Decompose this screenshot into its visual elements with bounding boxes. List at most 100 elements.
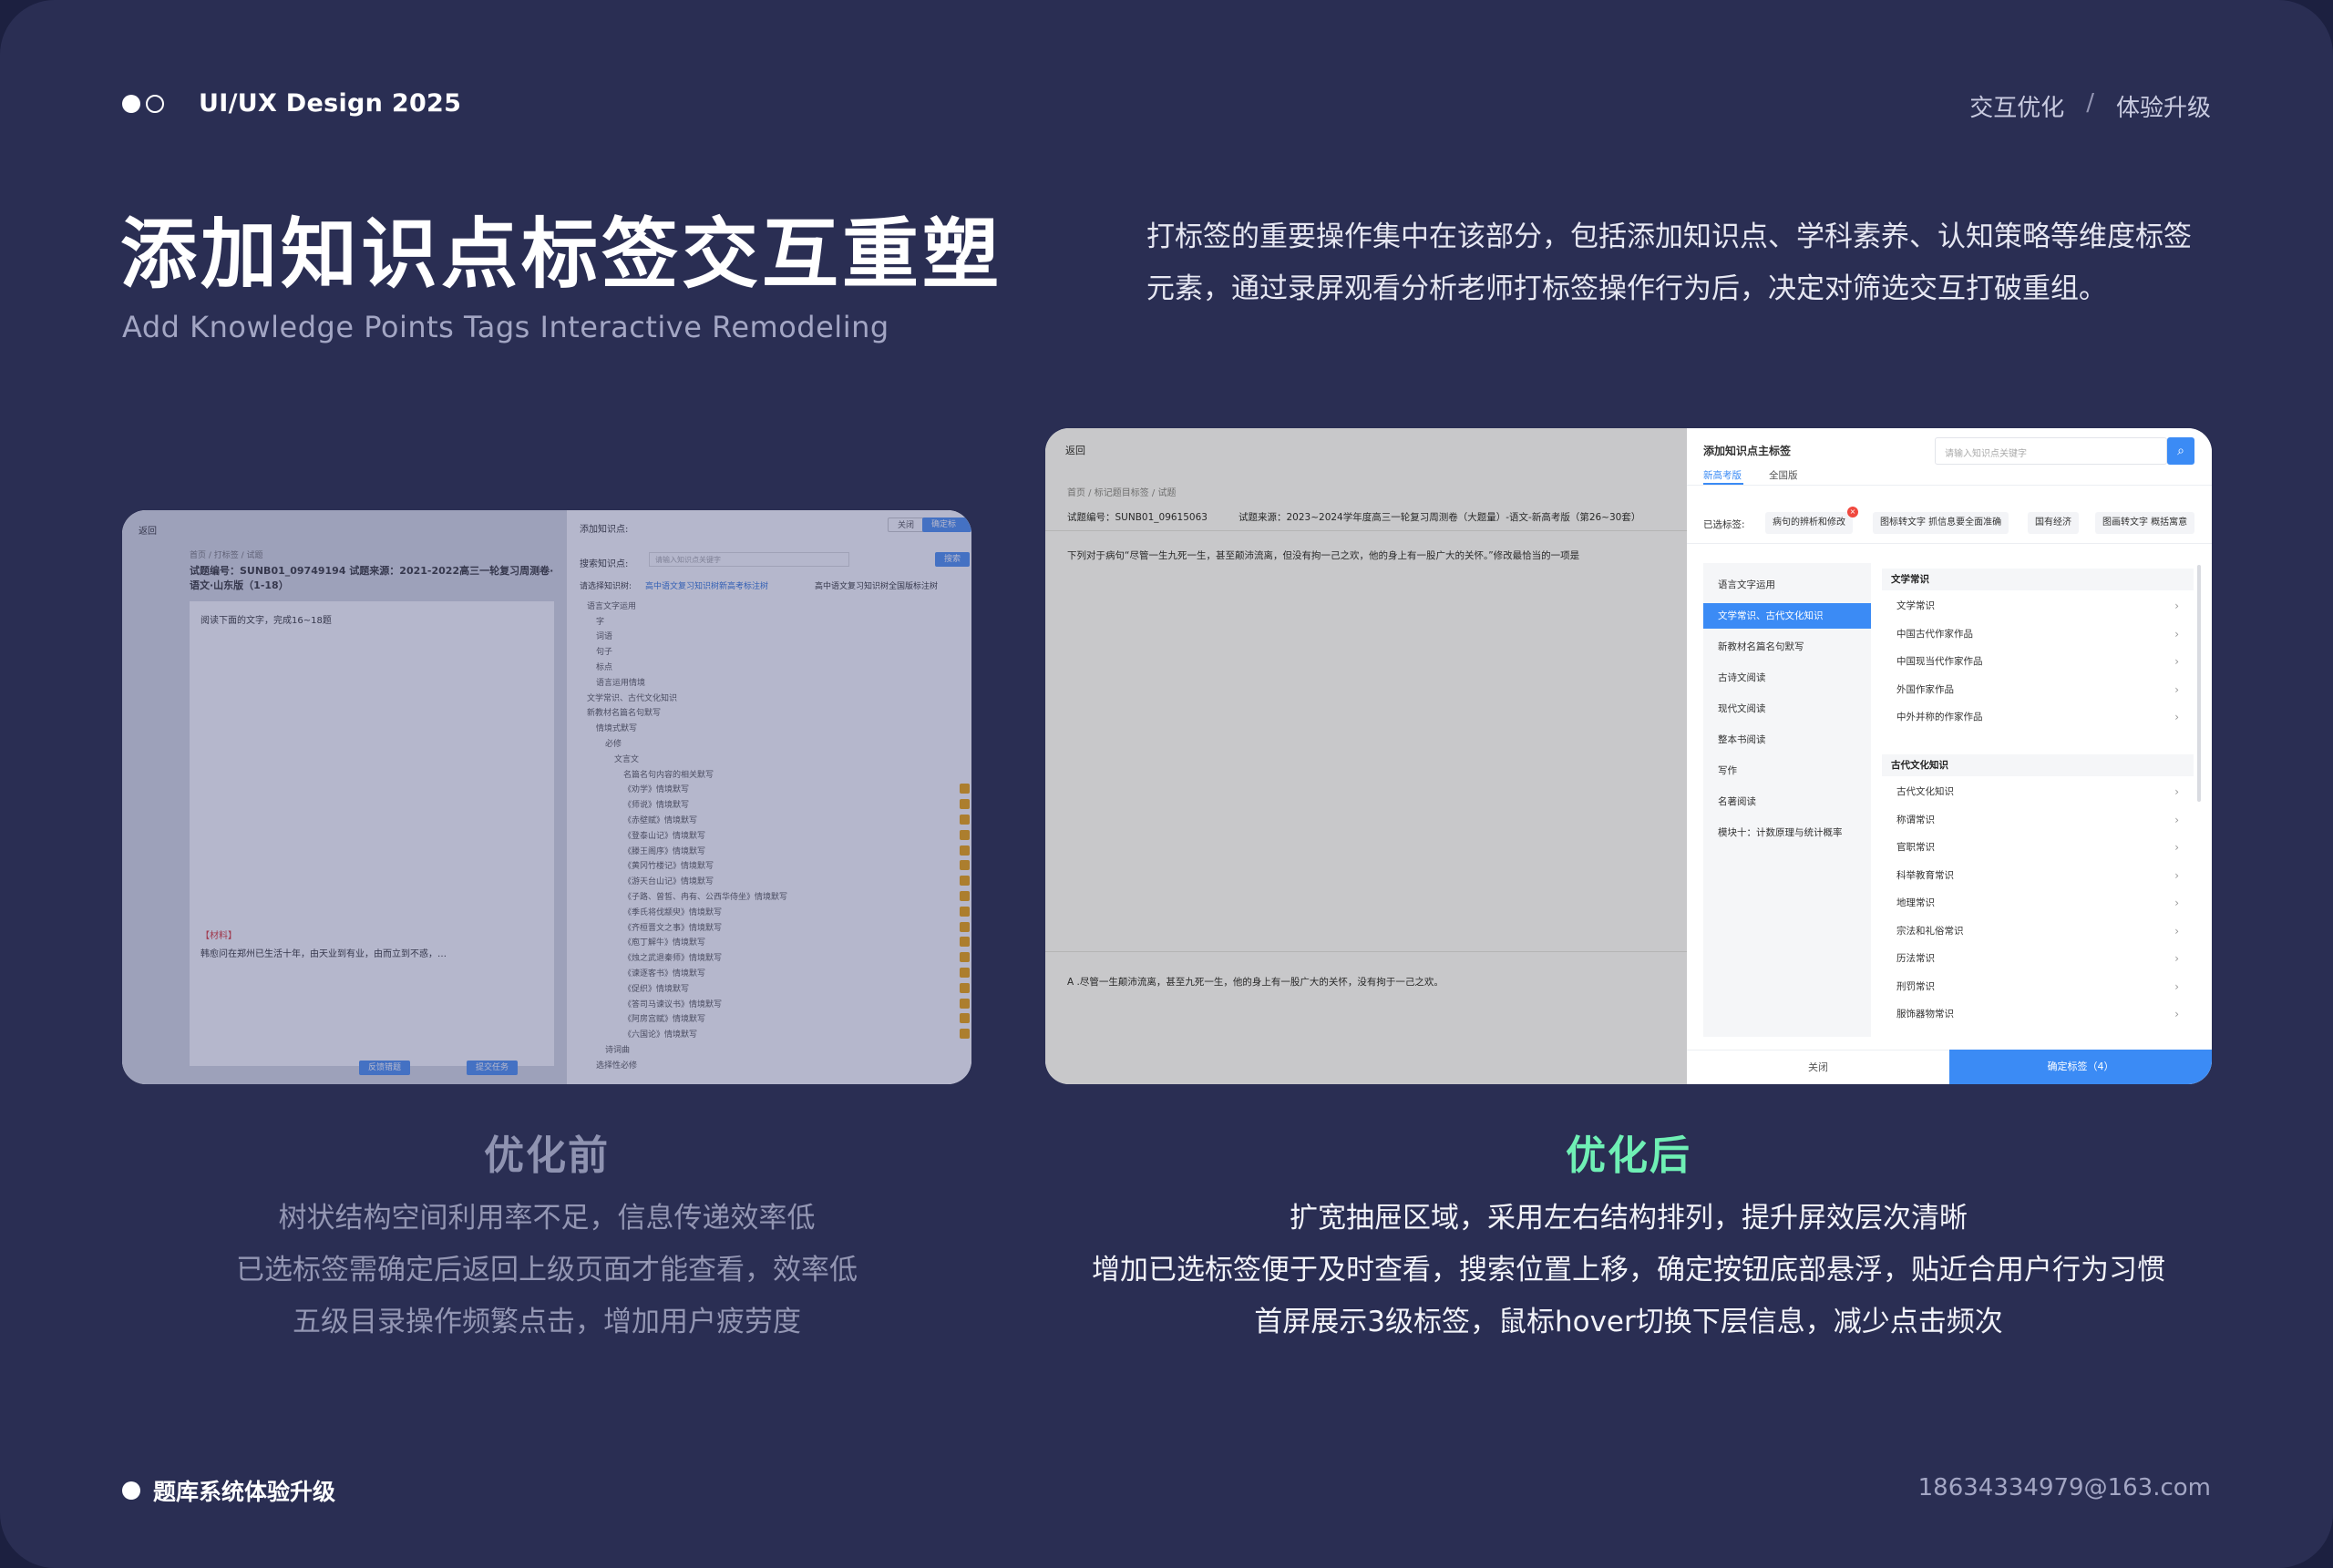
divider xyxy=(1687,543,2212,544)
before-line-3: 五级目录操作频繁点击，增加用户疲劳度 xyxy=(293,1306,801,1338)
subcategory-item[interactable]: 中外并称的作家作品 › xyxy=(1882,703,2194,731)
chevron-right-icon: › xyxy=(2174,813,2179,826)
after-drawer: 添加知识点主标签 请输入知识点关键字 ⌕ 新高考版 全国版 已选标签: 病句的辨… xyxy=(1687,428,2212,1084)
after-search-input[interactable]: 请输入知识点关键字 xyxy=(1935,437,2167,465)
subcategory-item-label: 文学常识 xyxy=(1896,600,1935,611)
before-dim-overlay xyxy=(122,510,971,1084)
before-line-1: 树状结构空间利用率不足，信息传递效率低 xyxy=(278,1202,816,1235)
scrollbar[interactable] xyxy=(2197,565,2201,802)
after-close-button[interactable]: 关闭 xyxy=(1687,1050,1949,1084)
before-screenshot: 返回 首页 / 打标签 / 试题 试题编号：SUNB01_09749194 试题… xyxy=(122,510,971,1084)
subcategory-item[interactable]: 科举教育常识 › xyxy=(1882,862,2194,889)
category-item[interactable]: 文学常识、古代文化知识 xyxy=(1703,603,1871,629)
remove-tag-icon[interactable]: × xyxy=(1847,507,1858,518)
before-caption: 优化前 xyxy=(484,1132,610,1179)
ring-dot-icon xyxy=(146,94,164,113)
brand-label: UI/UX Design 2025 xyxy=(199,89,462,118)
chevron-right-icon: › xyxy=(2174,1008,2179,1020)
subcategory-item[interactable]: 称谓常识 › xyxy=(1882,806,2194,834)
subcategory-item-label: 科举教育常识 xyxy=(1896,869,1954,881)
before-line-2: 已选标签需确定后返回上级页面才能查看，效率低 xyxy=(236,1254,858,1286)
selected-tag-label: 图画转文字 概括寓意 xyxy=(2102,518,2188,528)
subcategory-item-label: 地理常识 xyxy=(1896,897,1935,908)
subcategory-item[interactable]: 中国现当代作家作品 › xyxy=(1882,648,2194,675)
chevron-right-icon: › xyxy=(2174,655,2179,668)
chevron-right-icon: › xyxy=(2174,924,2179,938)
tab-new-gaokao[interactable]: 新高考版 xyxy=(1703,468,1742,482)
selected-tag-label: 图标转文字 抓信息要全面准确 xyxy=(1880,518,2002,528)
chevron-right-icon: › xyxy=(2174,979,2179,993)
subcategory-item[interactable]: 服饰器物常识 › xyxy=(1882,1000,2194,1028)
intro-text: 打标签的重要操作集中在该部分，包括添加知识点、学科素养、认知策略等维度标签元素，… xyxy=(1146,220,2192,305)
chevron-right-icon: › xyxy=(2174,897,2179,909)
footer-email: 18634334979@163.com xyxy=(1917,1474,2211,1501)
after-caption: 优化后 xyxy=(1566,1132,1691,1179)
category-item[interactable]: 古诗文阅读 xyxy=(1703,665,1871,691)
filled-dot-icon xyxy=(122,1481,140,1500)
category-item[interactable]: 模块十：计数原理与统计概率 xyxy=(1703,820,1871,845)
category-item[interactable]: 写作 xyxy=(1703,758,1871,784)
filled-dot-icon xyxy=(122,94,140,113)
header-tag-1: 交互优化 xyxy=(1969,95,2065,122)
subcategory-item-label: 称谓常识 xyxy=(1896,814,1935,825)
subcategory-item[interactable]: 文学常识 › xyxy=(1882,592,2194,620)
subcategory-item-label: 中国现当代作家作品 xyxy=(1896,656,1983,667)
subcategory-item-label: 宗法和礼俗常识 xyxy=(1896,925,1964,937)
after-line-3: 首屏展示3级标签，鼠标hover切换下层信息，减少点击频次 xyxy=(1254,1306,2003,1338)
chevron-right-icon: › xyxy=(2174,711,2179,723)
subcategory-item-label: 历法常识 xyxy=(1896,953,1935,964)
subcategory-item[interactable]: 地理常识 › xyxy=(1882,889,2194,917)
subcategory-item-label: 外国作家作品 xyxy=(1896,683,1954,695)
chevron-right-icon: › xyxy=(2174,841,2179,854)
subcategory-item[interactable]: 官职常识 › xyxy=(1882,834,2194,861)
category-item[interactable]: 现代文阅读 xyxy=(1703,696,1871,722)
subcategory-item-label: 古代文化知识 xyxy=(1896,786,1954,797)
subcategory-group-title: 古代文化知识 xyxy=(1882,754,2194,776)
subcategory-item[interactable]: 刑罚常识 › xyxy=(1882,973,2194,1000)
after-question-pane: 返回 首页 / 标记题目标签 / 试题 试题编号：SUNB01_09615063… xyxy=(1045,428,1687,1084)
chevron-right-icon: › xyxy=(2174,952,2179,965)
category-list: 语言文字运用 文学常识、古代文化知识 新教材名篇名句默写 古诗文阅读现代文阅读整本书阅… xyxy=(1703,563,1871,1037)
chevron-right-icon: › xyxy=(2174,600,2179,612)
category-item[interactable]: 整本书阅读 xyxy=(1703,727,1871,753)
header-separator: / xyxy=(2086,89,2094,117)
after-screenshot: 返回 首页 / 标记题目标签 / 试题 试题编号：SUNB01_09615063… xyxy=(1045,428,2212,1084)
tab-national[interactable]: 全国版 xyxy=(1769,468,1798,482)
subcategory-item-label: 中外并称的作家作品 xyxy=(1896,712,1983,723)
selected-tag-label: 国有经济 xyxy=(2035,518,2071,528)
after-description: 扩宽抽屉区域，采用左右结构排列，提升屏效层次清晰 增加已选标签便于及时查看，搜索… xyxy=(1045,1193,2212,1348)
subcategory-item[interactable]: 外国作家作品 › xyxy=(1882,676,2194,703)
subcategory-item-label: 中国古代作家作品 xyxy=(1896,628,1973,640)
category-item[interactable]: 语言文字运用 xyxy=(1703,572,1871,598)
subcategory-group-title: 文学常识 xyxy=(1882,569,2194,590)
subcategory-item[interactable]: 中国古代作家作品 › xyxy=(1882,620,2194,648)
selected-tag[interactable]: 国有经济 xyxy=(2028,512,2079,534)
subcategory-item[interactable]: 宗法和礼俗常识 › xyxy=(1882,917,2194,945)
search-icon[interactable]: ⌕ xyxy=(2167,437,2194,465)
subcategory-item[interactable]: 古代文化知识 › xyxy=(1882,778,2194,805)
subcategory-item-label: 刑罚常识 xyxy=(1896,980,1935,992)
page-subtitle: Add Knowledge Points Tags Interactive Re… xyxy=(122,310,889,344)
footer-project: 题库系统体验升级 xyxy=(122,1474,335,1507)
selected-tag[interactable]: 病句的辨析和修改 × xyxy=(1765,507,1858,534)
header-tag-2: 体验升级 xyxy=(2115,95,2211,122)
chevron-right-icon: › xyxy=(2174,682,2179,696)
subcategory-item[interactable]: 历法常识 › xyxy=(1882,945,2194,972)
header-brand: UI/UX Design 2025 xyxy=(122,89,461,118)
after-ok-button[interactable]: 确定标签（4） xyxy=(1949,1050,2212,1084)
header-tags: 交互优化 / 体验升级 xyxy=(1969,89,2211,123)
selected-tag[interactable]: 图标转文字 抓信息要全面准确 xyxy=(1873,512,2009,534)
after-line-2: 增加已选标签便于及时查看，搜索位置上移，确定按钮底部悬浮，贴近合用户行为习惯 xyxy=(1092,1254,2165,1286)
selected-tag-label: 病句的辨析和修改 xyxy=(1773,518,1845,528)
divider xyxy=(1687,485,2212,486)
after-drawer-title: 添加知识点主标签 xyxy=(1703,445,1792,457)
selected-tag[interactable]: 图画转文字 概括寓意 xyxy=(2095,512,2195,534)
category-item[interactable]: 名著阅读 xyxy=(1703,789,1871,815)
chevron-right-icon: › xyxy=(2174,627,2179,641)
category-item[interactable]: 新教材名篇名句默写 xyxy=(1703,634,1871,660)
after-line-1: 扩宽抽屉区域，采用左右结构排列，提升屏效层次清晰 xyxy=(1290,1202,1968,1235)
subcategory-list: 文学常识 文学常识 › 中国古代作家作品 › 中国现当代作家作品 › 外国作家作品 › 中外并称的… xyxy=(1882,563,2194,1037)
footer-project-label: 题库系统体验升级 xyxy=(153,1479,336,1505)
subcategory-item-label: 官职常识 xyxy=(1896,842,1935,853)
subcategory-item-label: 服饰器物常识 xyxy=(1896,1009,1954,1020)
